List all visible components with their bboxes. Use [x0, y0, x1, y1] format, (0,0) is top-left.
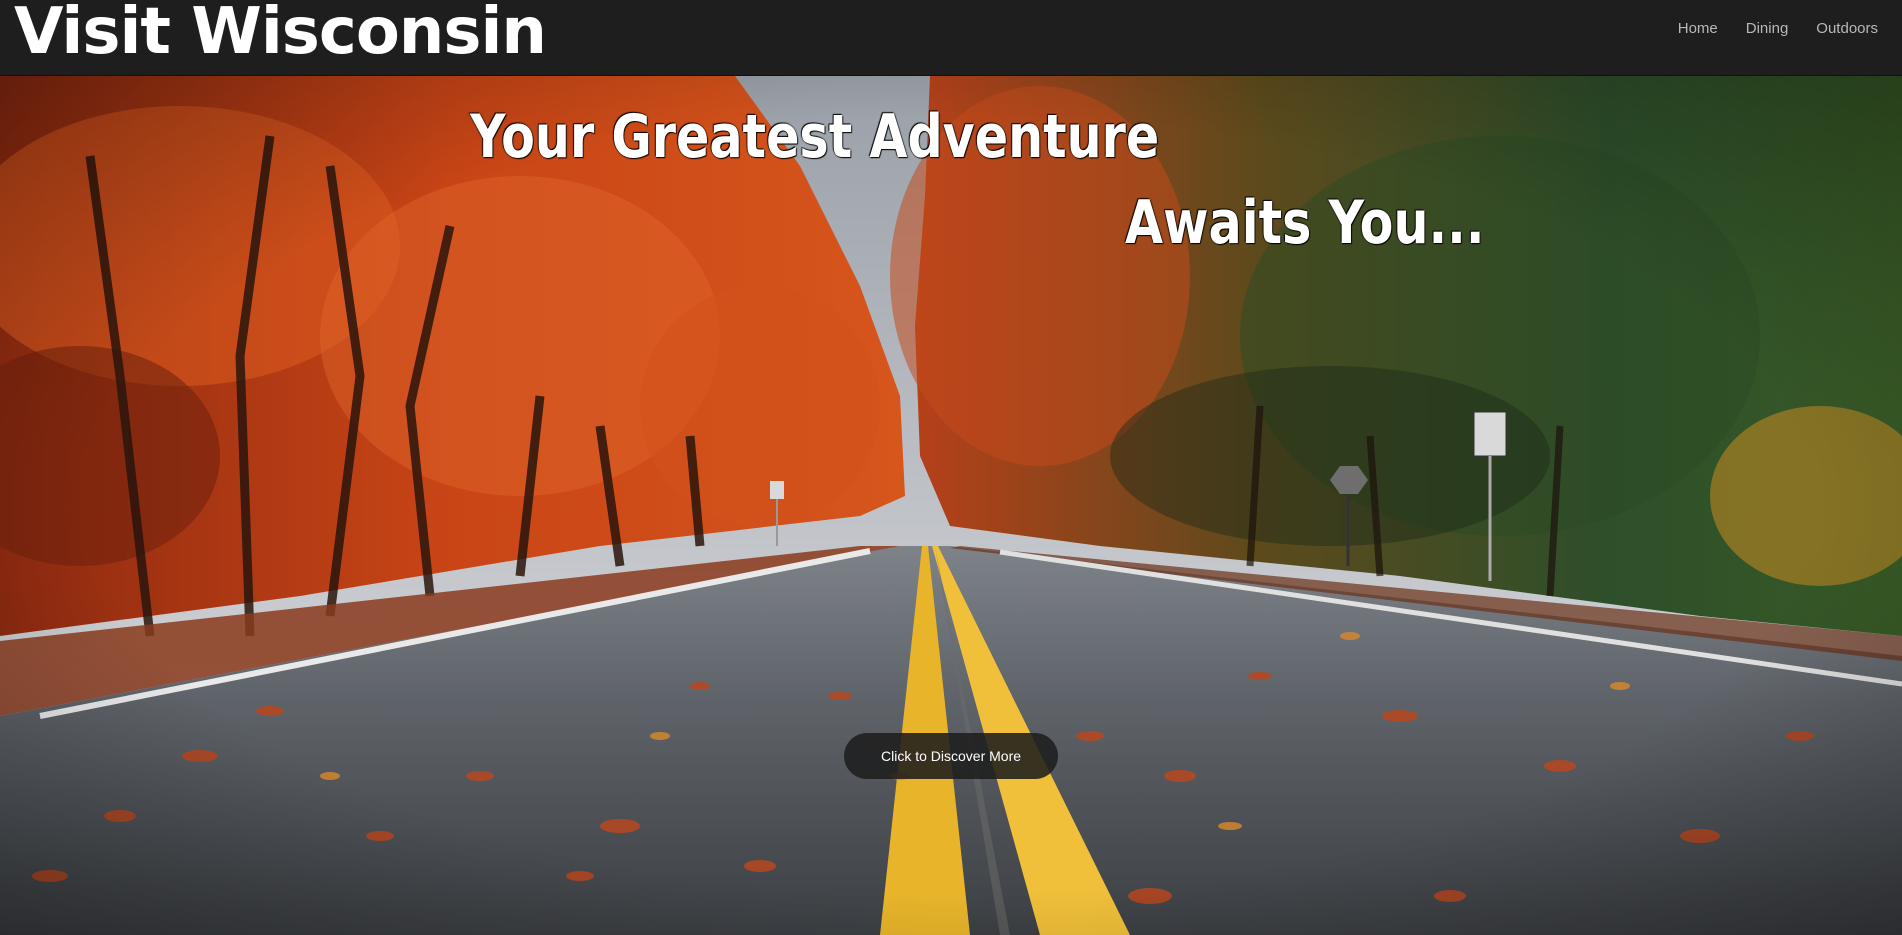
- top-navbar: Visit Wisconsin Home Dining Outdoors: [0, 0, 1902, 76]
- nav-link-outdoors[interactable]: Outdoors: [1816, 20, 1878, 37]
- hero-headline-line-1: Your Greatest Adventure: [470, 102, 1160, 172]
- brand-logo[interactable]: Visit Wisconsin: [14, 0, 547, 67]
- hero-section: Your Greatest Adventure Awaits You... Cl…: [0, 76, 1902, 935]
- nav-link-home[interactable]: Home: [1678, 20, 1718, 37]
- nav-menu: Home Dining Outdoors: [1678, 0, 1878, 56]
- hero-background-image: [0, 76, 1902, 935]
- discover-more-button[interactable]: Click to Discover More: [844, 733, 1058, 779]
- nav-link-dining[interactable]: Dining: [1746, 20, 1789, 37]
- hero-headline-line-2: Awaits You...: [1125, 188, 1485, 258]
